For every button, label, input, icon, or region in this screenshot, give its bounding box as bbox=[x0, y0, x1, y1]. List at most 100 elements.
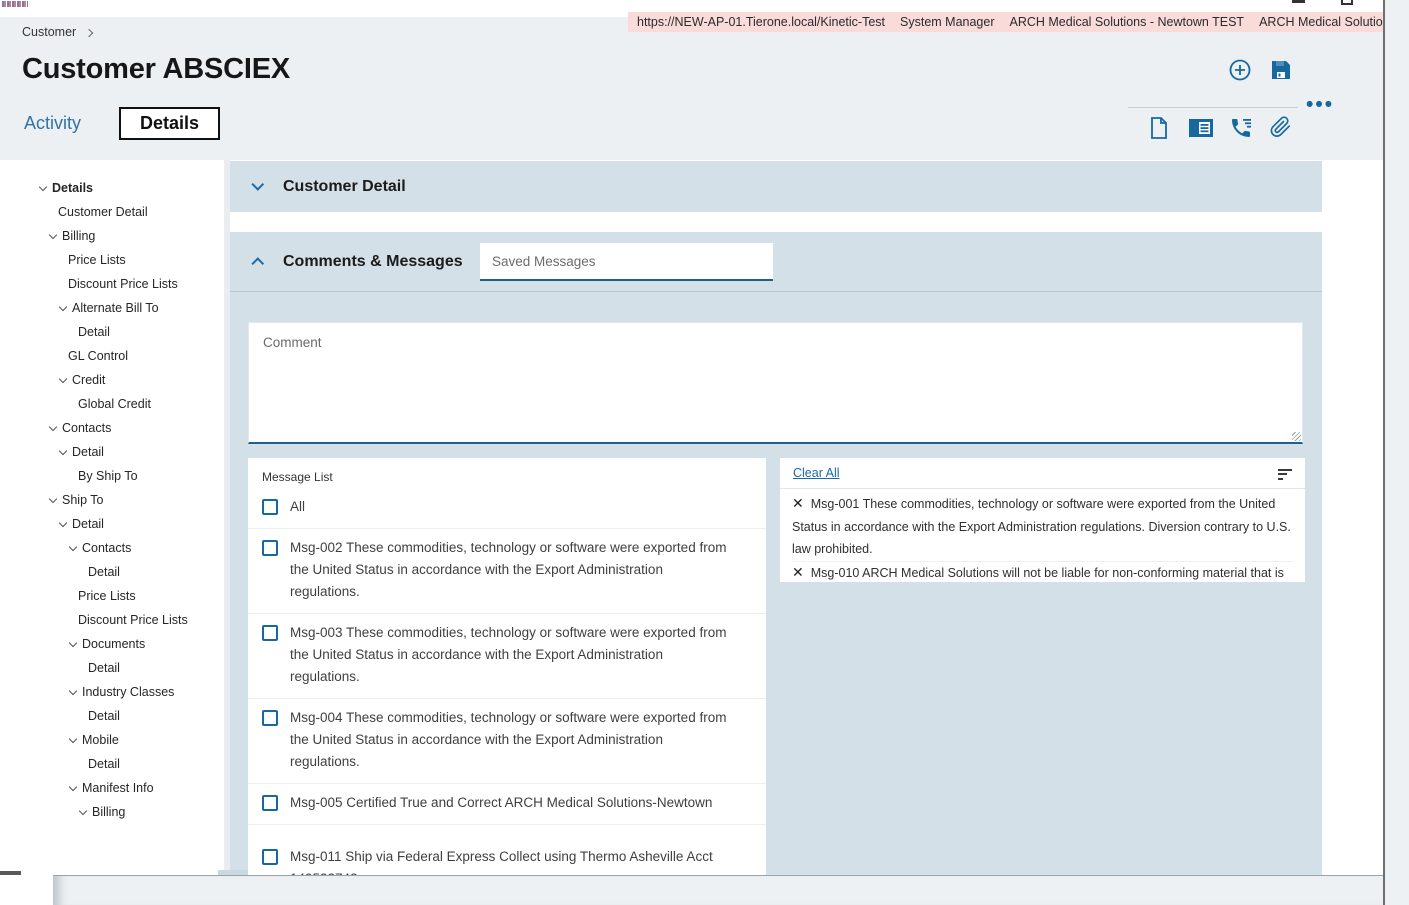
message-list-row[interactable]: All bbox=[248, 488, 766, 529]
new-document-icon[interactable] bbox=[1148, 116, 1172, 140]
tree-item[interactable]: Price Lists bbox=[0, 248, 224, 272]
chevron-down-icon[interactable] bbox=[80, 810, 92, 814]
tree-item[interactable]: Detail bbox=[0, 440, 224, 464]
chevron-down-icon[interactable] bbox=[60, 450, 72, 454]
tree-item[interactable]: Credit bbox=[0, 368, 224, 392]
message-list-row[interactable]: Msg-005 Certified True and Correct ARCH … bbox=[248, 784, 766, 825]
chevron-down-icon[interactable] bbox=[60, 306, 72, 310]
window-title-fragment bbox=[2, 1, 28, 7]
tree-item-label: GL Control bbox=[68, 349, 128, 363]
tree-item[interactable]: Discount Price Lists bbox=[0, 608, 224, 632]
tree-item[interactable]: Detail bbox=[0, 656, 224, 680]
comment-textarea[interactable] bbox=[249, 323, 1302, 442]
clear-all-link[interactable]: Clear All bbox=[793, 466, 840, 480]
tree-item[interactable]: Details bbox=[0, 176, 224, 200]
section-customer-detail-header[interactable]: Customer Detail bbox=[230, 161, 1322, 212]
selected-messages-header: Clear All bbox=[780, 458, 1305, 489]
horizontal-scrollbar-thumb[interactable] bbox=[0, 871, 21, 875]
checkbox[interactable] bbox=[262, 540, 278, 556]
chevron-down-icon[interactable] bbox=[70, 738, 82, 742]
message-text: Msg-005 Certified True and Correct ARCH … bbox=[290, 795, 713, 810]
tree-item-label: Alternate Bill To bbox=[72, 301, 159, 315]
outside-window-area bbox=[1385, 0, 1409, 905]
tree-item[interactable]: Industry Classes bbox=[0, 680, 224, 704]
toolbar: ••• bbox=[1120, 57, 1350, 147]
tree-item[interactable]: Alternate Bill To bbox=[0, 296, 224, 320]
tree-item[interactable]: GL Control bbox=[0, 344, 224, 368]
chevron-down-icon[interactable] bbox=[70, 546, 82, 550]
checkbox[interactable] bbox=[262, 710, 278, 726]
tree-item[interactable]: Detail bbox=[0, 560, 224, 584]
checkbox[interactable] bbox=[262, 849, 278, 865]
saved-messages-input[interactable] bbox=[480, 243, 773, 281]
tree-item[interactable]: By Ship To bbox=[0, 464, 224, 488]
tree-item-label: Contacts bbox=[62, 421, 112, 435]
save-icon[interactable] bbox=[1269, 58, 1293, 82]
message-list-row[interactable]: Msg-003 These commodities, technology or… bbox=[248, 614, 766, 699]
tree-item-label: Contacts bbox=[82, 541, 132, 555]
tab-activity[interactable]: Activity bbox=[24, 113, 81, 134]
message-text: Msg-003 These commodities, technology or… bbox=[290, 625, 727, 684]
tree-item[interactable]: Discount Price Lists bbox=[0, 272, 224, 296]
environment-banner-item: https://NEW-AP-01.Tierone.local/Kinetic-… bbox=[637, 15, 886, 29]
selected-message-text: Msg-010 ARCH Medical Solutions will not … bbox=[810, 565, 1284, 580]
window-maximize-icon[interactable] bbox=[1341, 0, 1353, 5]
checkbox[interactable] bbox=[262, 625, 278, 641]
chevron-up-icon[interactable] bbox=[251, 257, 265, 270]
tree-item[interactable]: Mobile bbox=[0, 728, 224, 752]
chevron-down-icon[interactable] bbox=[60, 522, 72, 526]
tree-item[interactable]: Detail bbox=[0, 704, 224, 728]
tree-item[interactable]: Detail bbox=[0, 512, 224, 536]
call-log-icon[interactable] bbox=[1229, 116, 1253, 140]
attachments-icon[interactable] bbox=[1270, 115, 1294, 139]
message-list-row[interactable]: Msg-011 Ship via Federal Express Collect… bbox=[248, 838, 766, 875]
tree-item[interactable]: Documents bbox=[0, 632, 224, 656]
tree-item-label: Documents bbox=[82, 637, 146, 651]
window-minimize-icon[interactable] bbox=[1292, 0, 1305, 3]
chevron-down-icon[interactable] bbox=[50, 426, 62, 430]
tree-item[interactable]: Contacts bbox=[0, 416, 224, 440]
message-list-card: Message List All Msg-002 These commoditi… bbox=[248, 458, 766, 875]
tree-item[interactable]: Price Lists bbox=[0, 584, 224, 608]
chevron-down-icon[interactable] bbox=[60, 378, 72, 382]
tree-item-label: Discount Price Lists bbox=[68, 277, 178, 291]
tree-item[interactable]: Contacts bbox=[0, 536, 224, 560]
breadcrumb-customer[interactable]: Customer bbox=[22, 25, 76, 39]
tree-item-label: Global Credit bbox=[78, 397, 151, 411]
tree-item[interactable]: Global Credit bbox=[0, 392, 224, 416]
chevron-down-icon[interactable] bbox=[40, 186, 52, 190]
tree-item-label: Billing bbox=[92, 805, 126, 819]
tree-item-label: Detail bbox=[88, 757, 120, 771]
message-list-row[interactable]: Msg-004 These commodities, technology or… bbox=[248, 699, 766, 784]
tree-item-label: Credit bbox=[72, 373, 106, 387]
tree-item[interactable]: Detail bbox=[0, 752, 224, 776]
resize-handle[interactable] bbox=[1292, 432, 1301, 441]
checkbox[interactable] bbox=[262, 499, 278, 515]
remove-icon[interactable]: ✕ bbox=[792, 493, 804, 516]
chevron-down-icon[interactable] bbox=[50, 498, 62, 502]
remove-icon[interactable]: ✕ bbox=[792, 562, 804, 583]
chevron-down-icon[interactable] bbox=[50, 234, 62, 238]
tree-item[interactable]: Ship To bbox=[0, 488, 224, 512]
message-list-row[interactable]: Msg-002 These commodities, technology or… bbox=[248, 529, 766, 614]
tab-details[interactable]: Details bbox=[119, 107, 221, 140]
contact-card-icon[interactable] bbox=[1188, 118, 1213, 142]
chevron-down-icon[interactable] bbox=[251, 178, 265, 191]
sort-icon[interactable] bbox=[1278, 467, 1292, 480]
overflow-menu-icon[interactable]: ••• bbox=[1306, 94, 1334, 115]
tree-item[interactable]: Billing bbox=[0, 800, 224, 824]
chevron-down-icon[interactable] bbox=[70, 786, 82, 790]
tree-item-label: Industry Classes bbox=[82, 685, 175, 699]
add-circle-icon[interactable] bbox=[1228, 58, 1252, 82]
navigation-tree: Details Customer Detail Billing Price Li… bbox=[0, 160, 224, 875]
section-comments-header[interactable]: Comments & Messages bbox=[230, 232, 1322, 292]
chevron-down-icon[interactable] bbox=[70, 642, 82, 646]
environment-banner: https://NEW-AP-01.Tierone.local/Kinetic-… bbox=[628, 12, 1409, 32]
main-panel: Customer Detail Comments & Messages Mess… bbox=[230, 160, 1322, 875]
chevron-down-icon[interactable] bbox=[70, 690, 82, 694]
tree-item[interactable]: Billing bbox=[0, 224, 224, 248]
tree-item[interactable]: Customer Detail bbox=[0, 200, 224, 224]
checkbox[interactable] bbox=[262, 795, 278, 811]
tree-item[interactable]: Detail bbox=[0, 320, 224, 344]
tree-item[interactable]: Manifest Info bbox=[0, 776, 224, 800]
